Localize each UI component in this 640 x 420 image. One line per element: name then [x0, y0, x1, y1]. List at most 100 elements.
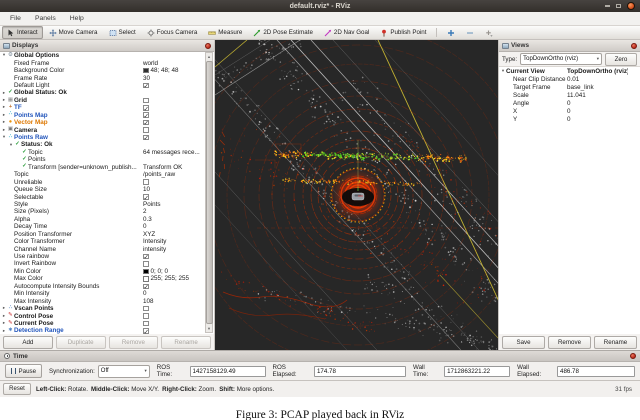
scroll-up-icon[interactable]: ▴	[208, 53, 210, 60]
menu-panels[interactable]: Panels	[28, 13, 63, 24]
display-property-row[interactable]: ✓Topic64 messages rece...	[0, 149, 204, 156]
display-property-row[interactable]: Min Intensity0	[0, 290, 204, 297]
checkbox-unchecked[interactable]	[143, 127, 149, 133]
property-value[interactable]: 48; 48; 48	[143, 67, 202, 74]
time-panel-header[interactable]: Time	[0, 350, 640, 362]
checkbox-checked[interactable]	[143, 194, 149, 200]
close-icon[interactable]	[627, 2, 635, 10]
checkbox-checked[interactable]	[143, 112, 149, 118]
display-property-row[interactable]: StylePoints	[0, 201, 204, 208]
view-property-row[interactable]: Angle0	[499, 99, 630, 107]
property-value[interactable]: 0.3	[143, 216, 202, 223]
views-remove-button[interactable]: Remove	[548, 336, 591, 349]
property-value[interactable]: 0	[567, 100, 628, 107]
display-property-row[interactable]: Alpha0.3	[0, 216, 204, 223]
display-property-row[interactable]: Use rainbow	[0, 253, 204, 260]
display-property-row[interactable]: Autocompute Intensity Bounds	[0, 283, 204, 290]
checkbox-unchecked[interactable]	[143, 321, 149, 327]
property-value[interactable]: XYZ	[143, 231, 202, 238]
checkbox-checked[interactable]	[143, 83, 149, 89]
display-property-row[interactable]: ▸+TF	[0, 104, 204, 111]
displays-add-button[interactable]: Add	[3, 336, 53, 349]
display-property-row[interactable]: ▸▦Grid	[0, 97, 204, 104]
view-property-row[interactable]: Near Clip Distance0.01	[499, 75, 630, 83]
property-value[interactable]: 10	[143, 186, 202, 193]
nav-goal-tool-button[interactable]: 2D Nav Goal	[319, 26, 374, 39]
display-property-row[interactable]: Queue Size10	[0, 186, 204, 193]
display-property-row[interactable]: ▸∴Vscan Points	[0, 305, 204, 312]
property-value[interactable]: intensity	[143, 246, 202, 253]
property-value[interactable]	[143, 98, 202, 104]
interact-tool-button[interactable]: Interact	[2, 26, 43, 39]
3d-viewport-scene[interactable]	[215, 40, 498, 350]
checkbox-checked[interactable]	[143, 120, 149, 126]
view-type-select[interactable]: TopDownOrtho (rviz) ▾	[520, 53, 602, 65]
property-value[interactable]: 11.041	[567, 92, 628, 99]
property-value[interactable]	[143, 306, 202, 312]
checkbox-checked[interactable]	[143, 135, 149, 141]
displays-duplicate-button[interactable]: Duplicate	[56, 336, 106, 349]
property-value[interactable]: Transform OK	[143, 164, 202, 171]
pose-estimate-tool-button[interactable]: 2D Pose Estimate	[248, 26, 318, 39]
view-property-row[interactable]: Scale11.041	[499, 91, 630, 99]
views-panel-header[interactable]: Views	[499, 40, 640, 52]
close-panel-icon[interactable]	[630, 353, 636, 359]
property-value[interactable]: 30	[143, 75, 202, 82]
scroll-down-icon[interactable]: ▾	[208, 325, 210, 332]
display-property-row[interactable]: ▾✓Status: Ok	[0, 141, 204, 148]
menu-file[interactable]: File	[3, 13, 28, 24]
minimize-icon[interactable]	[605, 5, 610, 7]
display-property-row[interactable]: Color TransformerIntensity	[0, 238, 204, 245]
close-panel-icon[interactable]	[631, 43, 637, 49]
property-value[interactable]: base_link	[567, 84, 628, 91]
close-panel-icon[interactable]	[205, 43, 211, 49]
property-value[interactable]	[143, 254, 202, 260]
display-property-row[interactable]: ▸✎Control Pose	[0, 312, 204, 319]
display-property-row[interactable]: Invert Rainbow	[0, 260, 204, 267]
checkbox-unchecked[interactable]	[143, 261, 149, 267]
3d-viewport[interactable]	[215, 40, 498, 350]
display-property-row[interactable]: ▾∴Points Raw	[0, 134, 204, 141]
view-property-row[interactable]: Y0	[499, 115, 630, 123]
display-property-row[interactable]: Topic/points_raw	[0, 171, 204, 178]
property-value[interactable]	[143, 112, 202, 118]
property-value[interactable]	[143, 194, 202, 200]
publish-point-tool-button[interactable]: Publish Point	[375, 26, 431, 39]
wall-elapsed-field[interactable]	[557, 366, 635, 377]
property-value[interactable]	[143, 127, 202, 133]
display-property-row[interactable]: ▸∴Points Map	[0, 112, 204, 119]
property-value[interactable]: Points	[143, 201, 202, 208]
property-value[interactable]: 108	[143, 298, 202, 305]
property-value[interactable]: 0	[567, 108, 628, 115]
checkbox-unchecked[interactable]	[143, 313, 149, 319]
property-value[interactable]	[143, 328, 202, 334]
display-property-row[interactable]: Size (Pixels)2	[0, 208, 204, 215]
property-value[interactable]	[143, 321, 202, 327]
add-tool-button[interactable]	[442, 26, 460, 39]
checkbox-unchecked[interactable]	[143, 306, 149, 312]
property-value[interactable]	[143, 105, 202, 111]
move-camera-tool-button[interactable]: Move Camera	[44, 26, 103, 39]
display-property-row[interactable]: Frame Rate30	[0, 74, 204, 81]
display-property-row[interactable]: Default Light	[0, 82, 204, 89]
checkbox-checked[interactable]	[143, 284, 149, 290]
measure-tool-button[interactable]: Measure	[203, 26, 247, 39]
maximize-icon[interactable]	[616, 4, 621, 8]
select-tool-button[interactable]: Select	[104, 26, 141, 39]
property-value[interactable]: TopDownOrtho (rviz)	[567, 68, 628, 75]
scroll-thumb[interactable]	[206, 61, 213, 325]
checkbox-checked[interactable]	[143, 105, 149, 111]
property-value[interactable]: 0.01	[567, 76, 628, 83]
property-value[interactable]: /points_raw	[143, 171, 202, 178]
display-property-row[interactable]: ▸●Vector Map	[0, 119, 204, 126]
ros-elapsed-field[interactable]	[314, 366, 406, 377]
display-property-row[interactable]: Background Color48; 48; 48	[0, 67, 204, 74]
wall-time-field[interactable]	[444, 366, 510, 377]
display-property-row[interactable]: ▸∗Detection Range	[0, 327, 204, 334]
checkbox-checked[interactable]	[143, 254, 149, 260]
display-property-row[interactable]: ▾⚙Global Options	[0, 52, 204, 59]
titlebar[interactable]: default.rviz* - RViz	[0, 0, 640, 12]
views-rename-button[interactable]: Rename	[594, 336, 637, 349]
checkbox-unchecked[interactable]	[143, 98, 149, 104]
ros-time-field[interactable]	[190, 366, 266, 377]
